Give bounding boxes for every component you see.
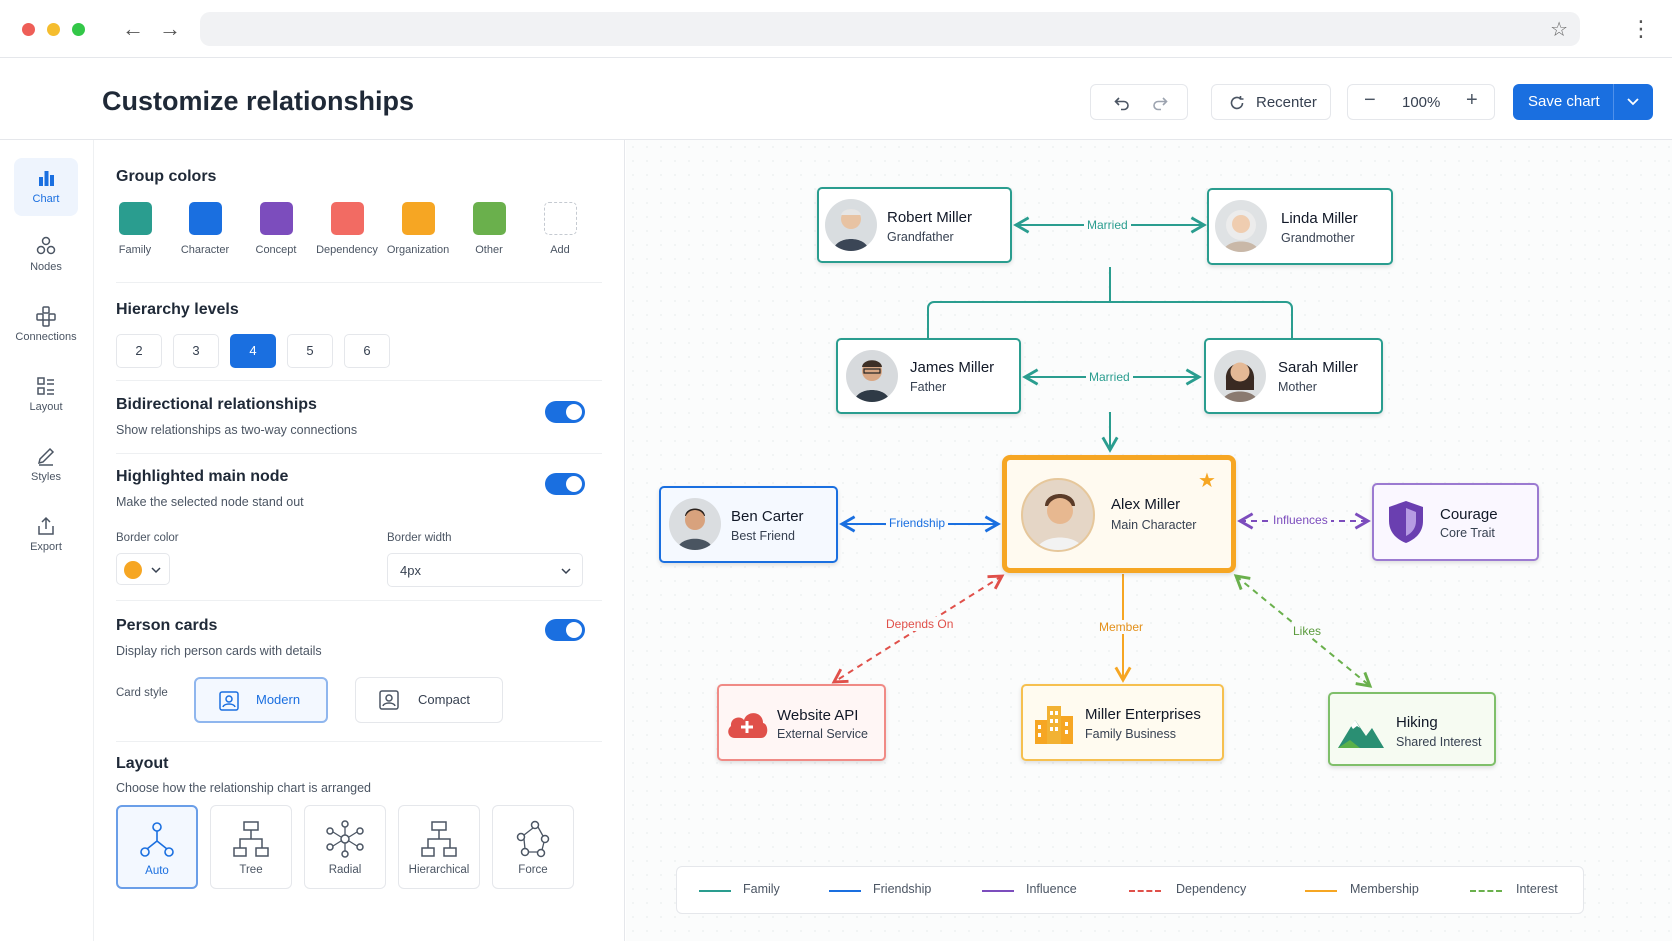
node-role: Best Friend <box>731 529 795 543</box>
node-role: Grandmother <box>1281 231 1355 245</box>
avatar <box>1214 350 1266 402</box>
node-role: Family Business <box>1085 727 1176 741</box>
node-james-miller[interactable]: James Miller Father <box>836 338 1021 414</box>
legend-line-influence <box>982 890 1014 892</box>
edge-label-married: Married <box>1086 370 1133 384</box>
node-name: Hiking <box>1396 714 1438 731</box>
node-name: Website API <box>777 707 859 724</box>
legend-label: Dependency <box>1176 882 1247 896</box>
node-role: Shared Interest <box>1396 735 1482 749</box>
star-icon: ★ <box>1198 470 1216 492</box>
legend-label: Family <box>743 882 780 896</box>
node-name: Miller Enterprises <box>1085 706 1201 723</box>
legend-line-dependency <box>1129 890 1161 892</box>
node-courage[interactable]: Courage Core Trait <box>1372 483 1539 561</box>
node-website-api[interactable]: Website API External Service <box>717 684 886 761</box>
node-role: Main Character <box>1111 518 1197 532</box>
node-role: Grandfather <box>887 230 954 244</box>
avatar <box>846 350 898 402</box>
node-ben-carter[interactable]: Ben Carter Best Friend <box>659 486 838 563</box>
legend-line-interest <box>1470 890 1502 892</box>
mountain-icon <box>1338 720 1384 748</box>
node-role: External Service <box>777 727 869 741</box>
node-miller-enterprises[interactable]: Miller Enterprises Family Business <box>1021 684 1224 761</box>
legend-label: Friendship <box>873 882 932 896</box>
avatar <box>825 199 877 251</box>
node-robert-miller[interactable]: Robert Miller Grandfather <box>817 187 1012 263</box>
node-name: Alex Miller <box>1111 496 1181 513</box>
node-name: Courage <box>1440 506 1498 523</box>
node-name: Linda Miller <box>1281 210 1358 227</box>
avatar <box>1215 200 1267 252</box>
node-name: Robert Miller <box>887 209 973 226</box>
node-sarah-miller[interactable]: Sarah Miller Mother <box>1204 338 1383 414</box>
building-icon <box>1035 706 1073 744</box>
node-name: Ben Carter <box>731 508 804 525</box>
cloud-plus-icon <box>728 713 768 738</box>
edge-label-married: Married <box>1084 218 1131 232</box>
edge-family-tree[interactable] <box>927 267 1293 338</box>
node-role: Core Trait <box>1440 526 1495 540</box>
node-role: Father <box>910 380 947 394</box>
node-name: Sarah Miller <box>1278 359 1359 376</box>
legend-line-friendship <box>829 890 861 892</box>
edge-label-depends-on: Depends On <box>883 617 957 631</box>
shield-icon <box>1389 501 1423 543</box>
legend-label: Interest <box>1516 882 1558 896</box>
legend-line-family <box>699 890 731 892</box>
edge-label-influences: Influences <box>1270 513 1331 527</box>
legend-line-membership <box>1305 890 1337 892</box>
legend-label: Membership <box>1350 882 1419 896</box>
node-linda-miller[interactable]: Linda Miller Grandmother <box>1207 188 1393 265</box>
edge-label-likes: Likes <box>1290 624 1325 638</box>
avatar <box>1021 478 1095 552</box>
edge-label-friendship: Friendship <box>886 516 949 530</box>
avatar <box>669 498 721 550</box>
edge-label-member: Member <box>1096 620 1147 634</box>
node-name: James Miller <box>910 359 995 376</box>
node-hiking[interactable]: Hiking Shared Interest <box>1328 692 1496 766</box>
node-alex-miller[interactable]: ★ Alex Miller Main Character <box>1002 455 1236 573</box>
relationship-edges <box>831 216 1373 688</box>
chart-legend: Family Friendship Influence Dependency M… <box>676 866 1584 914</box>
legend-label: Influence <box>1026 882 1077 896</box>
node-role: Mother <box>1278 380 1317 394</box>
